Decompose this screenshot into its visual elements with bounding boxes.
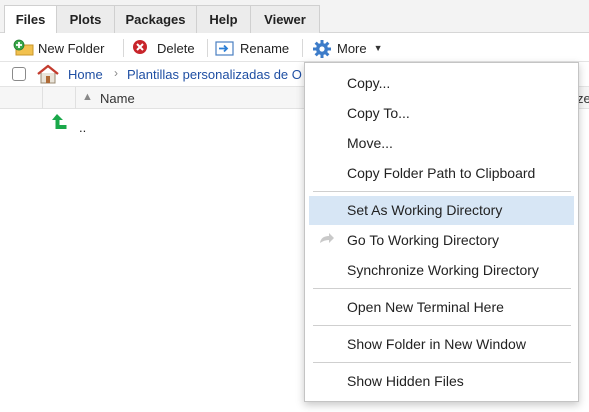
tab-plots[interactable]: Plots [56, 5, 115, 33]
tab-help[interactable]: Help [196, 5, 251, 33]
tab-label: Plots [69, 12, 102, 27]
rename-button[interactable]: Rename [215, 37, 289, 59]
delete-label: Delete [157, 40, 195, 56]
column-divider [42, 87, 43, 109]
column-divider [75, 87, 76, 109]
tab-label: Packages [125, 12, 186, 27]
delete-icon [132, 39, 152, 57]
tab-packages[interactable]: Packages [114, 5, 197, 33]
tab-files[interactable]: Files [4, 5, 57, 34]
menu-item-show-folder-new-window[interactable]: Show Folder in New Window [309, 330, 574, 359]
gear-icon [312, 39, 332, 58]
menu-item-copy-to[interactable]: Copy To... [309, 99, 574, 128]
tab-label: Viewer [264, 12, 306, 27]
select-all-checkbox[interactable] [12, 67, 26, 81]
new-folder-button[interactable]: New Folder [13, 37, 104, 59]
menu-item-set-working-directory[interactable]: Set As Working Directory [309, 196, 574, 225]
home-icon[interactable] [36, 64, 60, 87]
new-folder-icon [13, 39, 34, 57]
menu-divider [313, 288, 571, 289]
menu-item-open-terminal[interactable]: Open New Terminal Here [309, 293, 574, 322]
more-button[interactable]: More ▼ [312, 37, 383, 59]
breadcrumb-folder-link[interactable]: Plantillas personalizadas de O [127, 67, 302, 82]
more-label: More [337, 40, 367, 56]
menu-divider [313, 362, 571, 363]
menu-item-show-hidden-files[interactable]: Show Hidden Files [309, 367, 574, 396]
tab-bar: Files Plots Packages Help Viewer [0, 0, 589, 34]
menu-item-copy[interactable]: Copy... [309, 69, 574, 98]
caret-down-icon: ▼ [373, 43, 383, 53]
breadcrumb-chevron-icon: › [114, 66, 118, 80]
menu-item-go-to-working-directory[interactable]: Go To Working Directory [309, 226, 574, 255]
parent-folder-icon [50, 112, 70, 135]
menu-divider [313, 191, 571, 192]
menu-item-synchronize-working-directory[interactable]: Synchronize Working Directory [309, 256, 574, 285]
tab-label: Files [15, 12, 46, 27]
more-dropdown-menu: Copy... Copy To... Move... Copy Folder P… [304, 62, 579, 402]
tab-viewer[interactable]: Viewer [250, 5, 320, 33]
toolbar-divider [207, 39, 208, 57]
delete-button[interactable]: Delete [132, 37, 195, 59]
tab-label: Help [209, 12, 238, 27]
rename-icon [215, 39, 235, 57]
toolbar-divider [302, 39, 303, 57]
file-name-link[interactable]: .. [79, 120, 86, 135]
breadcrumb-home-link[interactable]: Home [68, 67, 103, 82]
files-pane: Files Plots Packages Help Viewer New Fol… [0, 0, 589, 412]
name-column-header[interactable]: Name [100, 91, 135, 106]
menu-divider [313, 325, 571, 326]
files-toolbar: New Folder Delete Rename More ▼ [0, 33, 589, 62]
menu-item-copy-folder-path[interactable]: Copy Folder Path to Clipboard [309, 159, 574, 188]
toolbar-divider [123, 39, 124, 57]
menu-item-move[interactable]: Move... [309, 129, 574, 158]
new-folder-label: New Folder [38, 40, 105, 56]
sort-ascending-icon: ▲ [82, 91, 93, 103]
rename-label: Rename [240, 40, 290, 56]
